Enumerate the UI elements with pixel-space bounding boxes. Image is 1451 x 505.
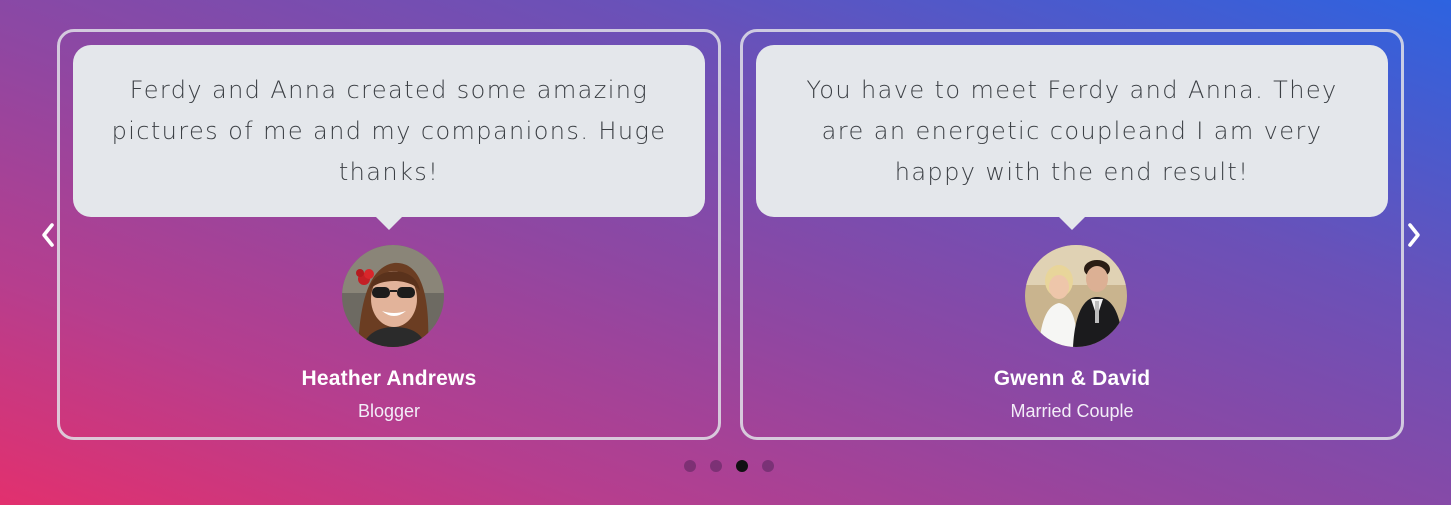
quote-bubble: Ferdy and Anna created some amazing pict… <box>73 45 705 230</box>
next-arrow[interactable] <box>1399 218 1429 252</box>
chevron-left-icon <box>42 223 54 247</box>
pagination-dot[interactable] <box>684 460 696 472</box>
pagination-dot[interactable] <box>736 460 748 472</box>
testimonial-card: Ferdy and Anna created some amazing pict… <box>57 29 721 440</box>
testimonial-role: Married Couple <box>1010 401 1134 421</box>
testimonial-name: Gwenn & David <box>993 367 1151 390</box>
testimonial-card: You have to meet Ferdy and Anna. They ar… <box>740 29 1404 440</box>
avatar <box>342 245 444 347</box>
testimonial-role: Blogger <box>357 401 421 421</box>
pagination-dot[interactable] <box>710 460 722 472</box>
testimonial-quote: Ferdy and Anna created some amazing pict… <box>111 75 667 186</box>
testimonial-quote: You have to meet Ferdy and Anna. They ar… <box>806 75 1338 186</box>
testimonial-name: Heather Andrews <box>301 367 477 390</box>
testimonial-slider: Ferdy and Anna created some amazing pict… <box>0 0 1451 505</box>
pagination-dot[interactable] <box>762 460 774 472</box>
quote-bubble: You have to meet Ferdy and Anna. They ar… <box>756 45 1388 230</box>
avatar <box>1025 245 1127 347</box>
chevron-right-icon <box>1408 223 1420 247</box>
pagination-dots <box>684 460 774 472</box>
